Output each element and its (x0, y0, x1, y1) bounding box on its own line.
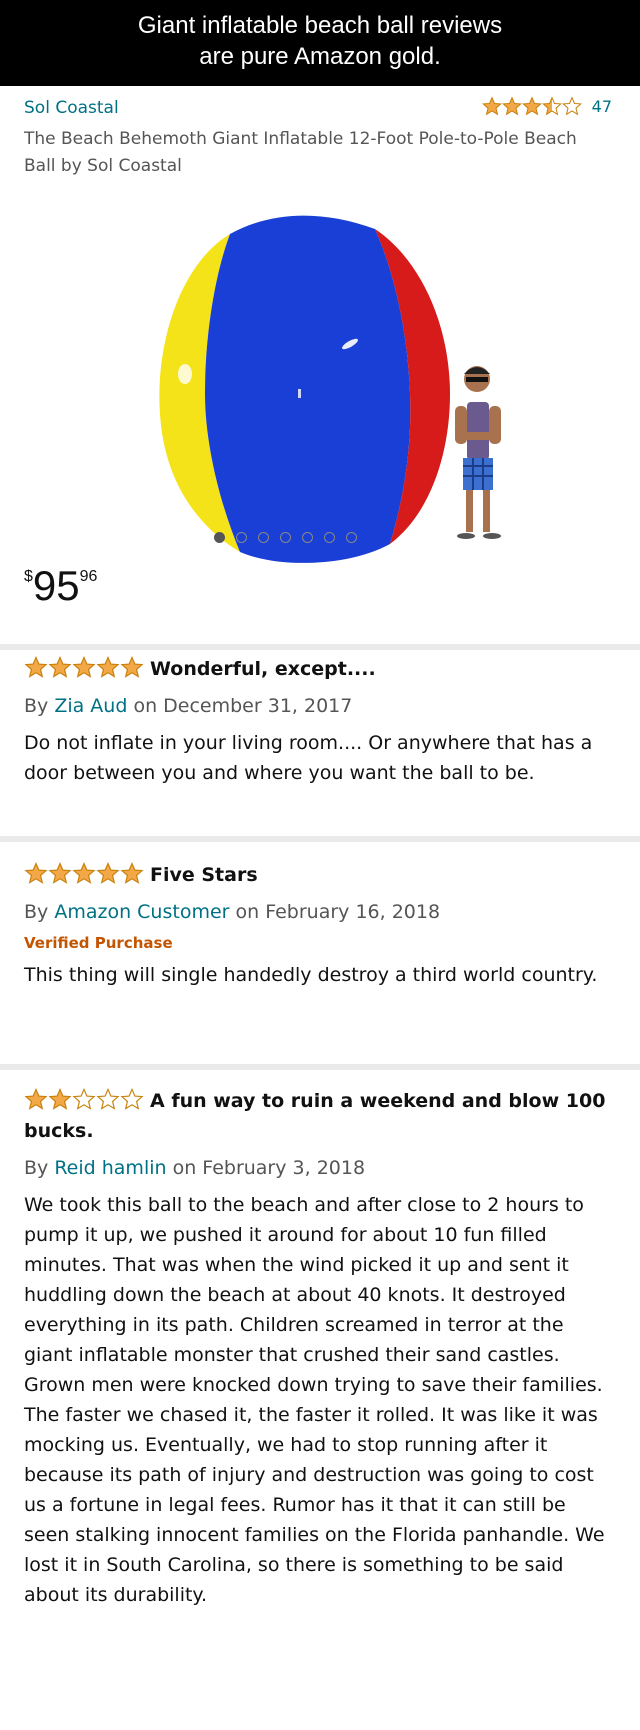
review-date: on December 31, 2017 (133, 695, 353, 717)
review-stars (24, 862, 144, 884)
product-image[interactable] (150, 204, 520, 584)
byline-prefix: By (24, 695, 49, 717)
product-title: The Beach Behemoth Giant Inflatable 12-F… (24, 129, 577, 176)
star-icon (24, 656, 48, 678)
carousel-dot[interactable] (280, 532, 291, 543)
review-card: Wonderful, except.... By Zia Aud on Dece… (24, 654, 616, 788)
review-author[interactable]: Reid hamlin (54, 1157, 166, 1179)
verified-purchase-badge: Verified Purchase (24, 934, 173, 952)
star-icon (72, 1088, 96, 1110)
star-icon (96, 656, 120, 678)
review-card: A fun way to ruin a weekend and blow 100… (24, 1086, 616, 1610)
star-icon (120, 1088, 144, 1110)
review-card: Five Stars By Amazon Customer on Februar… (24, 860, 616, 990)
star-icon (48, 656, 72, 678)
star-icon (96, 1088, 120, 1110)
review-date: on February 3, 2018 (172, 1157, 366, 1179)
star-icon (72, 862, 96, 884)
star-icon (24, 1088, 48, 1110)
review-byline: By Reid hamlin on February 3, 2018 (24, 1154, 616, 1182)
carousel-dot[interactable] (302, 532, 313, 543)
carousel-dot[interactable] (236, 532, 247, 543)
brand-link[interactable]: Sol Coastal (24, 98, 119, 118)
byline-prefix: By (24, 901, 49, 923)
review-title[interactable]: Wonderful, except.... (150, 658, 376, 680)
carousel-dot[interactable] (258, 532, 269, 543)
star-icon (48, 862, 72, 884)
review-stars (24, 656, 144, 678)
carousel-dot[interactable] (346, 532, 357, 543)
review-date: on February 16, 2018 (235, 901, 441, 923)
product-rating[interactable]: 47 (481, 96, 612, 116)
star-icon (48, 1088, 72, 1110)
section-divider (0, 836, 640, 842)
review-stars (24, 1088, 144, 1110)
review-heading: Five Stars (24, 860, 616, 890)
beach-ball-illustration (159, 215, 450, 563)
byline-prefix: By (24, 1157, 49, 1179)
price-whole: 95 (32, 562, 80, 609)
section-divider (0, 644, 640, 650)
rating-stars (481, 96, 582, 116)
review-heading: Wonderful, except.... (24, 654, 616, 684)
carousel-dot[interactable] (214, 532, 225, 543)
review-byline: By Zia Aud on December 31, 2017 (24, 692, 616, 720)
star-icon (120, 862, 144, 884)
caption-banner: Giant inflatable beach ball reviews are … (0, 0, 640, 86)
image-carousel-dots[interactable] (214, 532, 357, 543)
person-illustration (455, 366, 501, 539)
carousel-dot[interactable] (324, 532, 335, 543)
review-body: We took this ball to the beach and after… (24, 1194, 605, 1606)
star-icon (72, 656, 96, 678)
review-body: This thing will single handedly destroy … (24, 964, 598, 986)
rating-count[interactable]: 47 (592, 97, 612, 116)
price-currency: $ (24, 568, 33, 585)
review-author[interactable]: Zia Aud (54, 695, 127, 717)
star-icon (541, 96, 562, 116)
star-icon (501, 96, 522, 116)
brand-row: Sol Coastal 47 (24, 96, 616, 120)
star-icon (96, 862, 120, 884)
section-divider (0, 1064, 640, 1070)
review-author[interactable]: Amazon Customer (54, 901, 229, 923)
price-fraction: 96 (79, 568, 98, 585)
review-byline: By Amazon Customer on February 16, 2018 (24, 898, 616, 926)
product-page: Sol Coastal 47 The Beach Behemoth Giant … (0, 86, 640, 1730)
review-heading: A fun way to ruin a weekend and blow 100… (24, 1086, 616, 1146)
review-title[interactable]: Five Stars (150, 864, 258, 886)
caption-line-1: Giant inflatable beach ball reviews (137, 12, 503, 39)
star-icon (120, 656, 144, 678)
review-body: Do not inflate in your living room.... O… (24, 732, 593, 784)
star-icon (481, 96, 502, 116)
star-icon (24, 862, 48, 884)
star-icon (561, 96, 582, 116)
caption-line-2: are pure Amazon gold. (199, 43, 441, 70)
price: $9596 (24, 562, 97, 610)
star-icon (521, 96, 542, 116)
